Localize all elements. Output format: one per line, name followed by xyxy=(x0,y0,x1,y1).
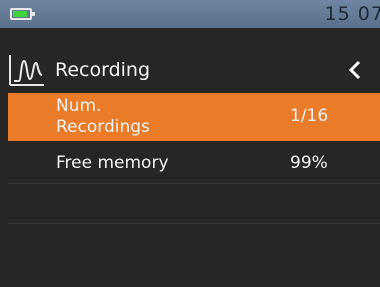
waveform-icon xyxy=(9,55,44,86)
menu-item-value: 1/16 xyxy=(290,106,329,126)
status-bar: 15 07 xyxy=(0,0,380,28)
screen-header: Recording xyxy=(0,48,380,92)
menu-item-free-memory[interactable]: Free memory 99% xyxy=(8,144,380,184)
empty-row xyxy=(8,224,380,264)
battery-icon xyxy=(10,8,35,20)
empty-row xyxy=(8,184,380,224)
menu-item-value: 99% xyxy=(290,153,328,173)
chevron-left-icon[interactable] xyxy=(348,60,362,80)
clock: 15 07 xyxy=(324,3,380,25)
menu-item-label: Num. Recordings xyxy=(56,96,150,137)
menu-item-label: Free memory xyxy=(56,153,169,173)
screen-title: Recording xyxy=(55,59,151,81)
menu-item-num-recordings[interactable]: Num. Recordings 1/16 xyxy=(8,93,380,141)
